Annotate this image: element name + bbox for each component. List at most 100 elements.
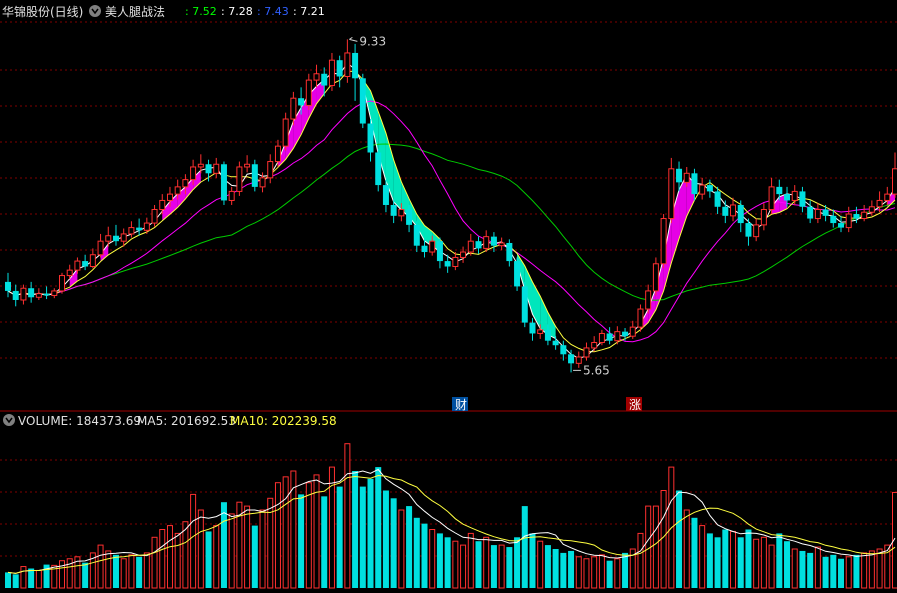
candle-body — [328, 59, 335, 87]
candle-body — [367, 123, 374, 153]
candle-body — [483, 236, 490, 249]
candle-body — [321, 73, 328, 86]
candle-body — [305, 79, 312, 106]
candle-body — [105, 235, 112, 242]
volume-bar — [58, 560, 65, 589]
candle-body — [298, 98, 305, 106]
candle-body — [406, 209, 413, 225]
zhang-tag[interactable]: 涨 — [626, 397, 642, 412]
candle-body — [251, 164, 258, 187]
volume-bar — [822, 556, 829, 588]
candle-body — [799, 191, 806, 207]
volume-bar — [645, 505, 652, 589]
volume-bar — [807, 552, 814, 588]
volume-bar — [166, 525, 173, 589]
volume-value: VOLUME: 184373.69 — [18, 414, 141, 428]
candle-body — [884, 193, 891, 201]
volume-bar — [791, 548, 798, 589]
volume-bar — [305, 482, 312, 589]
volume-bar — [128, 554, 135, 589]
kline-chart[interactable]: 华锦股份(日线) 美人腿战法 : 7.52: 7.28: 7.43: 7.21 … — [0, 0, 897, 593]
volume-bar — [82, 562, 89, 588]
candle-body — [514, 261, 521, 287]
candle-body — [737, 204, 744, 224]
volume-bar — [521, 506, 528, 588]
volume-bar — [552, 549, 559, 588]
volume-bar — [182, 521, 189, 589]
volume-bar — [490, 545, 497, 588]
volume-bar — [853, 554, 860, 588]
indicator-value-0: : 7.52 — [185, 5, 217, 18]
volume-menu-icon[interactable] — [3, 414, 15, 426]
volume-bar — [614, 558, 621, 589]
volume-bar — [814, 546, 821, 589]
volume-bar — [483, 536, 490, 589]
indicator-menu-icon[interactable] — [89, 5, 101, 17]
candle-body — [136, 227, 143, 231]
candle-body — [313, 73, 320, 81]
volume-bar — [868, 550, 875, 589]
volume-bar — [537, 540, 544, 589]
candle-body — [676, 168, 683, 183]
volume-bar — [367, 478, 374, 588]
candle-body — [853, 214, 860, 219]
volume-bar — [799, 550, 806, 588]
candle — [660, 214, 667, 269]
volume-bar — [460, 544, 467, 589]
volume-bar — [413, 517, 420, 588]
cai-tag[interactable]: 财 — [452, 397, 468, 412]
volume-bar — [20, 566, 27, 589]
candle-body — [861, 211, 868, 220]
candle-body — [143, 222, 150, 231]
volume-bar — [220, 502, 227, 588]
candle-body — [274, 145, 281, 163]
candle-body — [444, 261, 451, 267]
candle-body — [753, 224, 760, 238]
volume-bar — [112, 554, 119, 588]
candle-body — [637, 308, 644, 328]
candle-body — [560, 345, 567, 355]
volume-bar — [699, 525, 706, 589]
candle-body — [583, 347, 590, 358]
candle-body — [190, 166, 197, 181]
volume-bar — [544, 545, 551, 588]
candle-body — [267, 161, 274, 179]
volume-bar — [722, 529, 729, 588]
candle-body — [645, 290, 652, 310]
volume-bar — [683, 509, 690, 589]
candle-body — [822, 209, 829, 216]
candle-body — [413, 224, 420, 246]
volume-bar — [467, 532, 474, 589]
indicator-value-1: : 7.28 — [221, 5, 253, 18]
candle — [637, 304, 644, 332]
volume-bar — [382, 490, 389, 588]
volume-bar — [622, 552, 629, 588]
stock-title: 华锦股份(日线) — [2, 5, 83, 19]
candle-body — [205, 164, 212, 174]
candle-body — [174, 186, 181, 195]
candle-body — [706, 185, 713, 192]
volume-bar — [784, 541, 791, 588]
volume-bar — [174, 532, 181, 589]
volume-bar — [760, 536, 767, 589]
candle-body — [668, 168, 675, 220]
candle-body — [97, 240, 104, 256]
volume-bar — [352, 471, 359, 588]
volume-bar — [637, 532, 644, 589]
candle-body — [197, 163, 204, 168]
volume-bar — [35, 569, 42, 589]
volume-bar — [359, 486, 366, 588]
volume-bar — [421, 523, 428, 588]
candle-body — [244, 163, 251, 168]
volume-bar — [136, 556, 143, 588]
candle-body — [128, 227, 135, 235]
candle-body — [830, 215, 837, 224]
indicator-value-3: : 7.21 — [293, 5, 325, 18]
volume-bar — [105, 550, 112, 589]
volume-bar — [591, 556, 598, 589]
volume-bar — [475, 541, 482, 588]
candle-body — [714, 191, 721, 207]
candle-body — [20, 287, 27, 301]
volume-bar — [28, 568, 35, 588]
candle-body — [82, 261, 89, 267]
